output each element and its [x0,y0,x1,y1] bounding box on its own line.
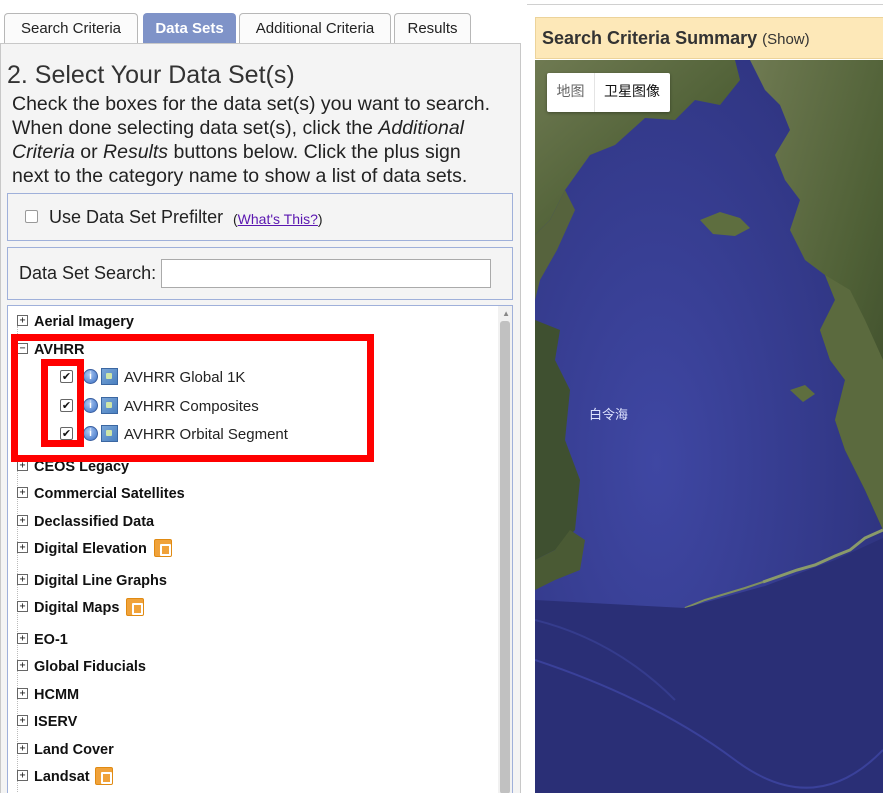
highlight-box-checkboxes [41,359,84,447]
map-type-control: 地图 卫星图像 [547,73,670,112]
category-label[interactable]: Global Fiducials [34,659,146,675]
dataset-search-input[interactable] [161,259,491,288]
expand-icon[interactable]: + [17,633,28,644]
summary-show-link[interactable]: (Show) [762,31,810,48]
expand-icon[interactable]: + [17,715,28,726]
instructions-emphasis: Criteria [12,141,75,163]
scrollbar-thumb[interactable] [500,321,510,793]
help-paren-close: ) [317,211,323,227]
instructions-line: buttons below. Click the plus sign [173,141,461,163]
instructions-line: Check the boxes for the data set(s) you … [12,93,490,115]
scroll-up-icon[interactable]: ▲ [502,309,510,318]
dataset-search-box: Data Set Search: [7,247,513,300]
instructions-line: or [80,141,98,163]
category-label[interactable]: ISERV [34,714,77,730]
dataset-search-label: Data Set Search: [19,263,157,283]
prefilter-help: (What's This?) [233,211,323,227]
expand-icon[interactable]: + [17,574,28,585]
expand-icon[interactable]: + [17,601,28,612]
category-label[interactable]: Commercial Satellites [34,486,185,502]
summary-title-text: Search Criteria Summary [542,28,758,48]
expand-icon[interactable]: + [17,770,28,781]
map-type-satellite-button[interactable]: 卫星图像 [594,73,669,112]
instructions-emphasis: Additional [378,117,465,139]
restricted-flag-icon[interactable] [154,539,172,557]
summary-title: Search Criteria Summary (Show) [542,28,810,49]
satellite-map[interactable] [535,60,883,793]
instructions-emphasis: Results [103,141,169,163]
restricted-flag-icon[interactable] [95,767,113,785]
restricted-flag-icon[interactable] [126,598,144,616]
category-label[interactable]: Aerial Imagery [34,314,134,330]
divider [527,4,883,5]
category-label[interactable]: Digital Line Graphs [34,573,167,589]
map-imagery [535,60,883,793]
category-label[interactable]: Declassified Data [34,514,154,530]
category-label[interactable]: Digital Maps [34,600,119,616]
prefilter-label[interactable]: Use Data Set Prefilter [49,207,223,228]
instructions-line: next to the category name to show a list… [12,165,468,187]
tab-results[interactable]: Results [394,13,471,43]
category-label[interactable]: EO-1 [34,632,68,648]
category-label[interactable]: Digital Elevation [34,541,147,557]
category-label[interactable]: HCMM [34,687,79,703]
sea-label: 白令海 [589,408,629,423]
map-type-map-button[interactable]: 地图 [547,73,594,112]
category-label[interactable]: Landsat [34,769,90,785]
expand-icon[interactable]: + [17,515,28,526]
expand-icon[interactable]: + [17,487,28,498]
prefilter-box: Use Data Set Prefilter (What's This?) [7,193,513,241]
whats-this-link[interactable]: What's This? [238,211,318,227]
expand-icon[interactable]: + [17,315,28,326]
expand-icon[interactable]: + [17,688,28,699]
instructions-text: Check the boxes for the data set(s) you … [12,92,512,188]
category-label[interactable]: Land Cover [34,742,114,758]
summary-header: Search Criteria Summary (Show) [535,17,883,59]
section-heading: 2. Select Your Data Set(s) [7,61,295,89]
prefilter-checkbox[interactable] [25,210,38,223]
tab-additional-criteria[interactable]: Additional Criteria [239,13,391,43]
tree-scrollbar[interactable]: ▲ [498,306,512,793]
instructions-line: When done selecting data set(s), click t… [12,117,373,139]
expand-icon[interactable]: + [17,660,28,671]
tab-search-criteria[interactable]: Search Criteria [4,13,138,43]
tab-data-sets[interactable]: Data Sets [143,13,236,43]
expand-icon[interactable]: + [17,542,28,553]
expand-icon[interactable]: + [17,743,28,754]
